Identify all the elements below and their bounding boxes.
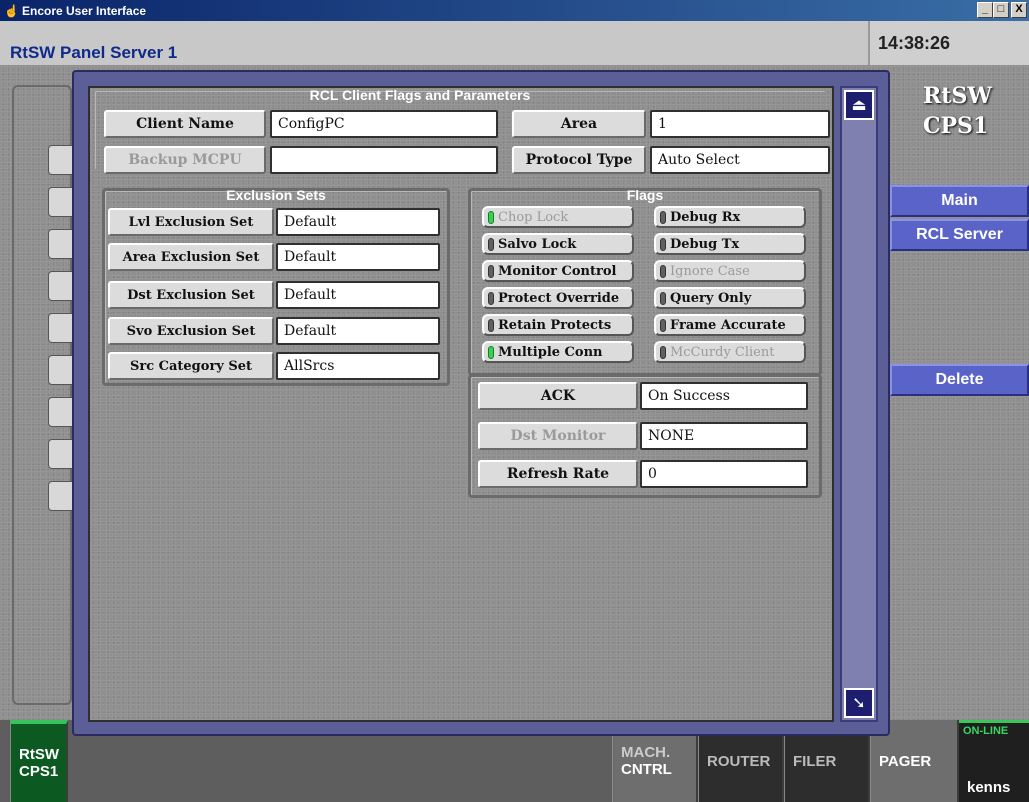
rtsw-cps1-logo: RtSW CPS1 bbox=[905, 81, 1029, 161]
dst-exclusion-set-label: Dst Exclusion Set bbox=[108, 281, 274, 309]
page-title: RtSW Panel Server 1 bbox=[10, 43, 178, 62]
retain-protects-flag[interactable]: Retain Protects bbox=[482, 314, 634, 336]
led-icon bbox=[488, 318, 494, 332]
led-icon bbox=[488, 237, 494, 251]
protect-override-flag[interactable]: Protect Override bbox=[482, 287, 634, 309]
flag-label: Retain Protects bbox=[498, 317, 612, 333]
chop-lock-flag[interactable]: Chop Lock bbox=[482, 206, 634, 228]
filer-tab-label: FILER bbox=[793, 752, 837, 770]
app-hand-icon: ☝ bbox=[4, 3, 19, 18]
client-name-label: Client Name bbox=[104, 110, 266, 138]
multiple-conn-flag[interactable]: Multiple Conn bbox=[482, 341, 634, 363]
maximize-button[interactable]: □ bbox=[993, 2, 1009, 18]
led-icon bbox=[660, 210, 666, 224]
mach-tab-line1: MACH. bbox=[621, 744, 671, 761]
window-titlebar: ☝ Encore User Interface _ □ X bbox=[0, 0, 1029, 21]
scroll-up-button[interactable]: ⏏ bbox=[844, 90, 874, 120]
frame-accurate-flag[interactable]: Frame Accurate bbox=[654, 314, 806, 336]
led-icon bbox=[660, 345, 666, 359]
minimize-button[interactable]: _ bbox=[977, 2, 993, 18]
refresh-rate-label: Refresh Rate bbox=[478, 460, 638, 488]
flag-label: Multiple Conn bbox=[498, 344, 603, 360]
led-icon bbox=[488, 210, 494, 224]
mccurdy-client-flag[interactable]: McCurdy Client bbox=[654, 341, 806, 363]
query-only-flag[interactable]: Query Only bbox=[654, 287, 806, 309]
flag-label: Monitor Control bbox=[498, 263, 617, 279]
flag-label: Ignore Case bbox=[670, 263, 750, 279]
flag-label: Chop Lock bbox=[498, 209, 569, 225]
protocol-type-field[interactable]: Auto Select bbox=[650, 146, 830, 174]
backup-mcpu-field[interactable] bbox=[270, 146, 498, 174]
flag-label: Salvo Lock bbox=[498, 236, 577, 252]
src-category-set-label: Src Category Set bbox=[108, 352, 274, 380]
flag-label: Debug Tx bbox=[670, 236, 740, 252]
online-status-panel: ON-LINE kenns bbox=[959, 720, 1029, 802]
client-name-field[interactable]: ConfigPC bbox=[270, 110, 498, 138]
exclusion-sets-title: Exclusion Sets bbox=[226, 187, 326, 203]
mach-tab-line2: CNTRL bbox=[621, 761, 672, 778]
flag-label: Protect Override bbox=[498, 290, 620, 306]
ignore-case-flag[interactable]: Ignore Case bbox=[654, 260, 806, 282]
main-button[interactable]: Main bbox=[890, 185, 1029, 217]
svo-exclusion-set-field[interactable]: Default bbox=[276, 317, 440, 345]
lvl-exclusion-set-label: Lvl Exclusion Set bbox=[108, 208, 274, 236]
window-title: Encore User Interface bbox=[22, 3, 147, 18]
clock-display: 14:38:26 bbox=[868, 21, 1029, 65]
backup-mcpu-label: Backup MCPU bbox=[104, 146, 266, 174]
dst-monitor-label: Dst Monitor bbox=[478, 422, 638, 450]
flag-label: McCurdy Client bbox=[670, 344, 775, 360]
rcl-client-flags-dialog: RCL Client Flags and Parameters Client N… bbox=[72, 70, 890, 736]
scroll-down-button[interactable]: ➘ bbox=[844, 688, 874, 718]
area-exclusion-set-field[interactable]: Default bbox=[276, 243, 440, 271]
delete-button[interactable]: Delete bbox=[890, 364, 1029, 396]
close-button[interactable]: X bbox=[1011, 2, 1027, 18]
dialog-title: RCL Client Flags and Parameters bbox=[309, 87, 531, 103]
protocol-type-label: Protocol Type bbox=[512, 146, 646, 174]
dialog-content: RCL Client Flags and Parameters Client N… bbox=[88, 86, 834, 722]
flag-label: Debug Rx bbox=[670, 209, 741, 225]
salvo-lock-flag[interactable]: Salvo Lock bbox=[482, 233, 634, 255]
logo-line1: RtSW bbox=[923, 83, 993, 109]
monitor-control-flag[interactable]: Monitor Control bbox=[482, 260, 634, 282]
led-icon bbox=[660, 237, 666, 251]
flag-label: Query Only bbox=[670, 290, 752, 306]
led-icon bbox=[660, 318, 666, 332]
lvl-exclusion-set-field[interactable]: Default bbox=[276, 208, 440, 236]
router-tab-label: ROUTER bbox=[707, 752, 771, 770]
left-button-column bbox=[12, 85, 72, 705]
window-controls: _ □ X bbox=[977, 2, 1027, 18]
rtsw-tab-line2: CPS1 bbox=[19, 763, 59, 780]
led-icon bbox=[488, 345, 494, 359]
rtsw-cps1-tab[interactable]: RtSW CPS1 bbox=[10, 720, 68, 802]
flags-title: Flags bbox=[626, 187, 664, 203]
ack-label: ACK bbox=[478, 382, 638, 410]
dst-exclusion-set-field[interactable]: Default bbox=[276, 281, 440, 309]
src-category-set-field[interactable]: AllSrcs bbox=[276, 352, 440, 380]
dst-monitor-field[interactable]: NONE bbox=[640, 422, 808, 450]
debug-rx-flag[interactable]: Debug Rx bbox=[654, 206, 806, 228]
dialog-scrollbar[interactable]: ⏏ ➘ bbox=[840, 86, 878, 722]
area-field[interactable]: 1 bbox=[650, 110, 830, 138]
led-icon bbox=[660, 291, 666, 305]
area-label: Area bbox=[512, 110, 646, 138]
debug-tx-flag[interactable]: Debug Tx bbox=[654, 233, 806, 255]
svo-exclusion-set-label: Svo Exclusion Set bbox=[108, 317, 274, 345]
ack-field[interactable]: On Success bbox=[640, 382, 808, 410]
rtsw-tab-line1: RtSW bbox=[19, 746, 59, 763]
flag-label: Frame Accurate bbox=[670, 317, 786, 333]
pager-tab-label: PAGER bbox=[879, 752, 932, 770]
rcl-server-button[interactable]: RCL Server bbox=[890, 219, 1029, 251]
username: kenns bbox=[967, 779, 1011, 796]
led-icon bbox=[660, 264, 666, 278]
led-icon bbox=[488, 291, 494, 305]
refresh-rate-field[interactable]: 0 bbox=[640, 460, 808, 488]
area-exclusion-set-label: Area Exclusion Set bbox=[108, 243, 274, 271]
online-badge: ON-LINE bbox=[963, 725, 1009, 737]
led-icon bbox=[488, 264, 494, 278]
logo-line2: CPS1 bbox=[923, 113, 989, 139]
